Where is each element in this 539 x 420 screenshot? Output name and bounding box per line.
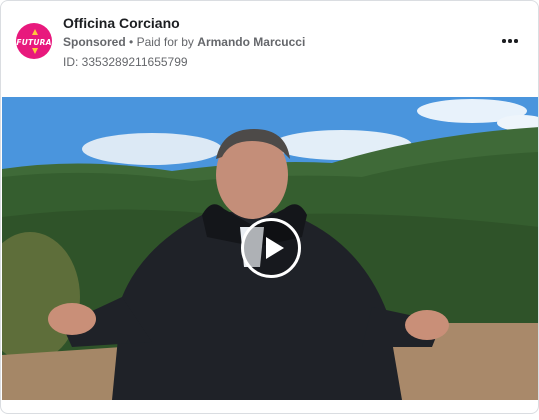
payer-name: Armando Marcucci: [197, 35, 306, 49]
arrow-up-icon: [32, 29, 38, 35]
paid-for-label: Paid for by: [136, 35, 194, 49]
arrow-down-icon: [32, 48, 38, 54]
ad-id: ID: 3353289211655799: [63, 55, 188, 69]
person-right-hand: [405, 310, 449, 340]
play-button[interactable]: [241, 218, 301, 278]
more-options-button[interactable]: [500, 31, 520, 51]
separator-dot: •: [129, 35, 134, 49]
ad-header: FUTURA Officina Corciano Sponsored • Pai…: [1, 1, 538, 97]
sponsor-line: Sponsored • Paid for by Armando Marcucci: [63, 35, 305, 49]
sponsored-label: Sponsored: [63, 35, 126, 49]
avatar-logo-text: FUTURA: [16, 38, 52, 47]
more-dot-icon: [508, 39, 512, 43]
page-avatar[interactable]: FUTURA: [16, 23, 52, 59]
video-thumbnail[interactable]: [2, 97, 538, 400]
cloud: [82, 133, 222, 165]
page-name-link[interactable]: Officina Corciano: [63, 15, 180, 31]
play-icon: [266, 237, 284, 259]
person-left-hand: [48, 303, 96, 335]
more-dot-icon: [514, 39, 518, 43]
more-dot-icon: [502, 39, 506, 43]
ad-card: FUTURA Officina Corciano Sponsored • Pai…: [0, 0, 539, 414]
